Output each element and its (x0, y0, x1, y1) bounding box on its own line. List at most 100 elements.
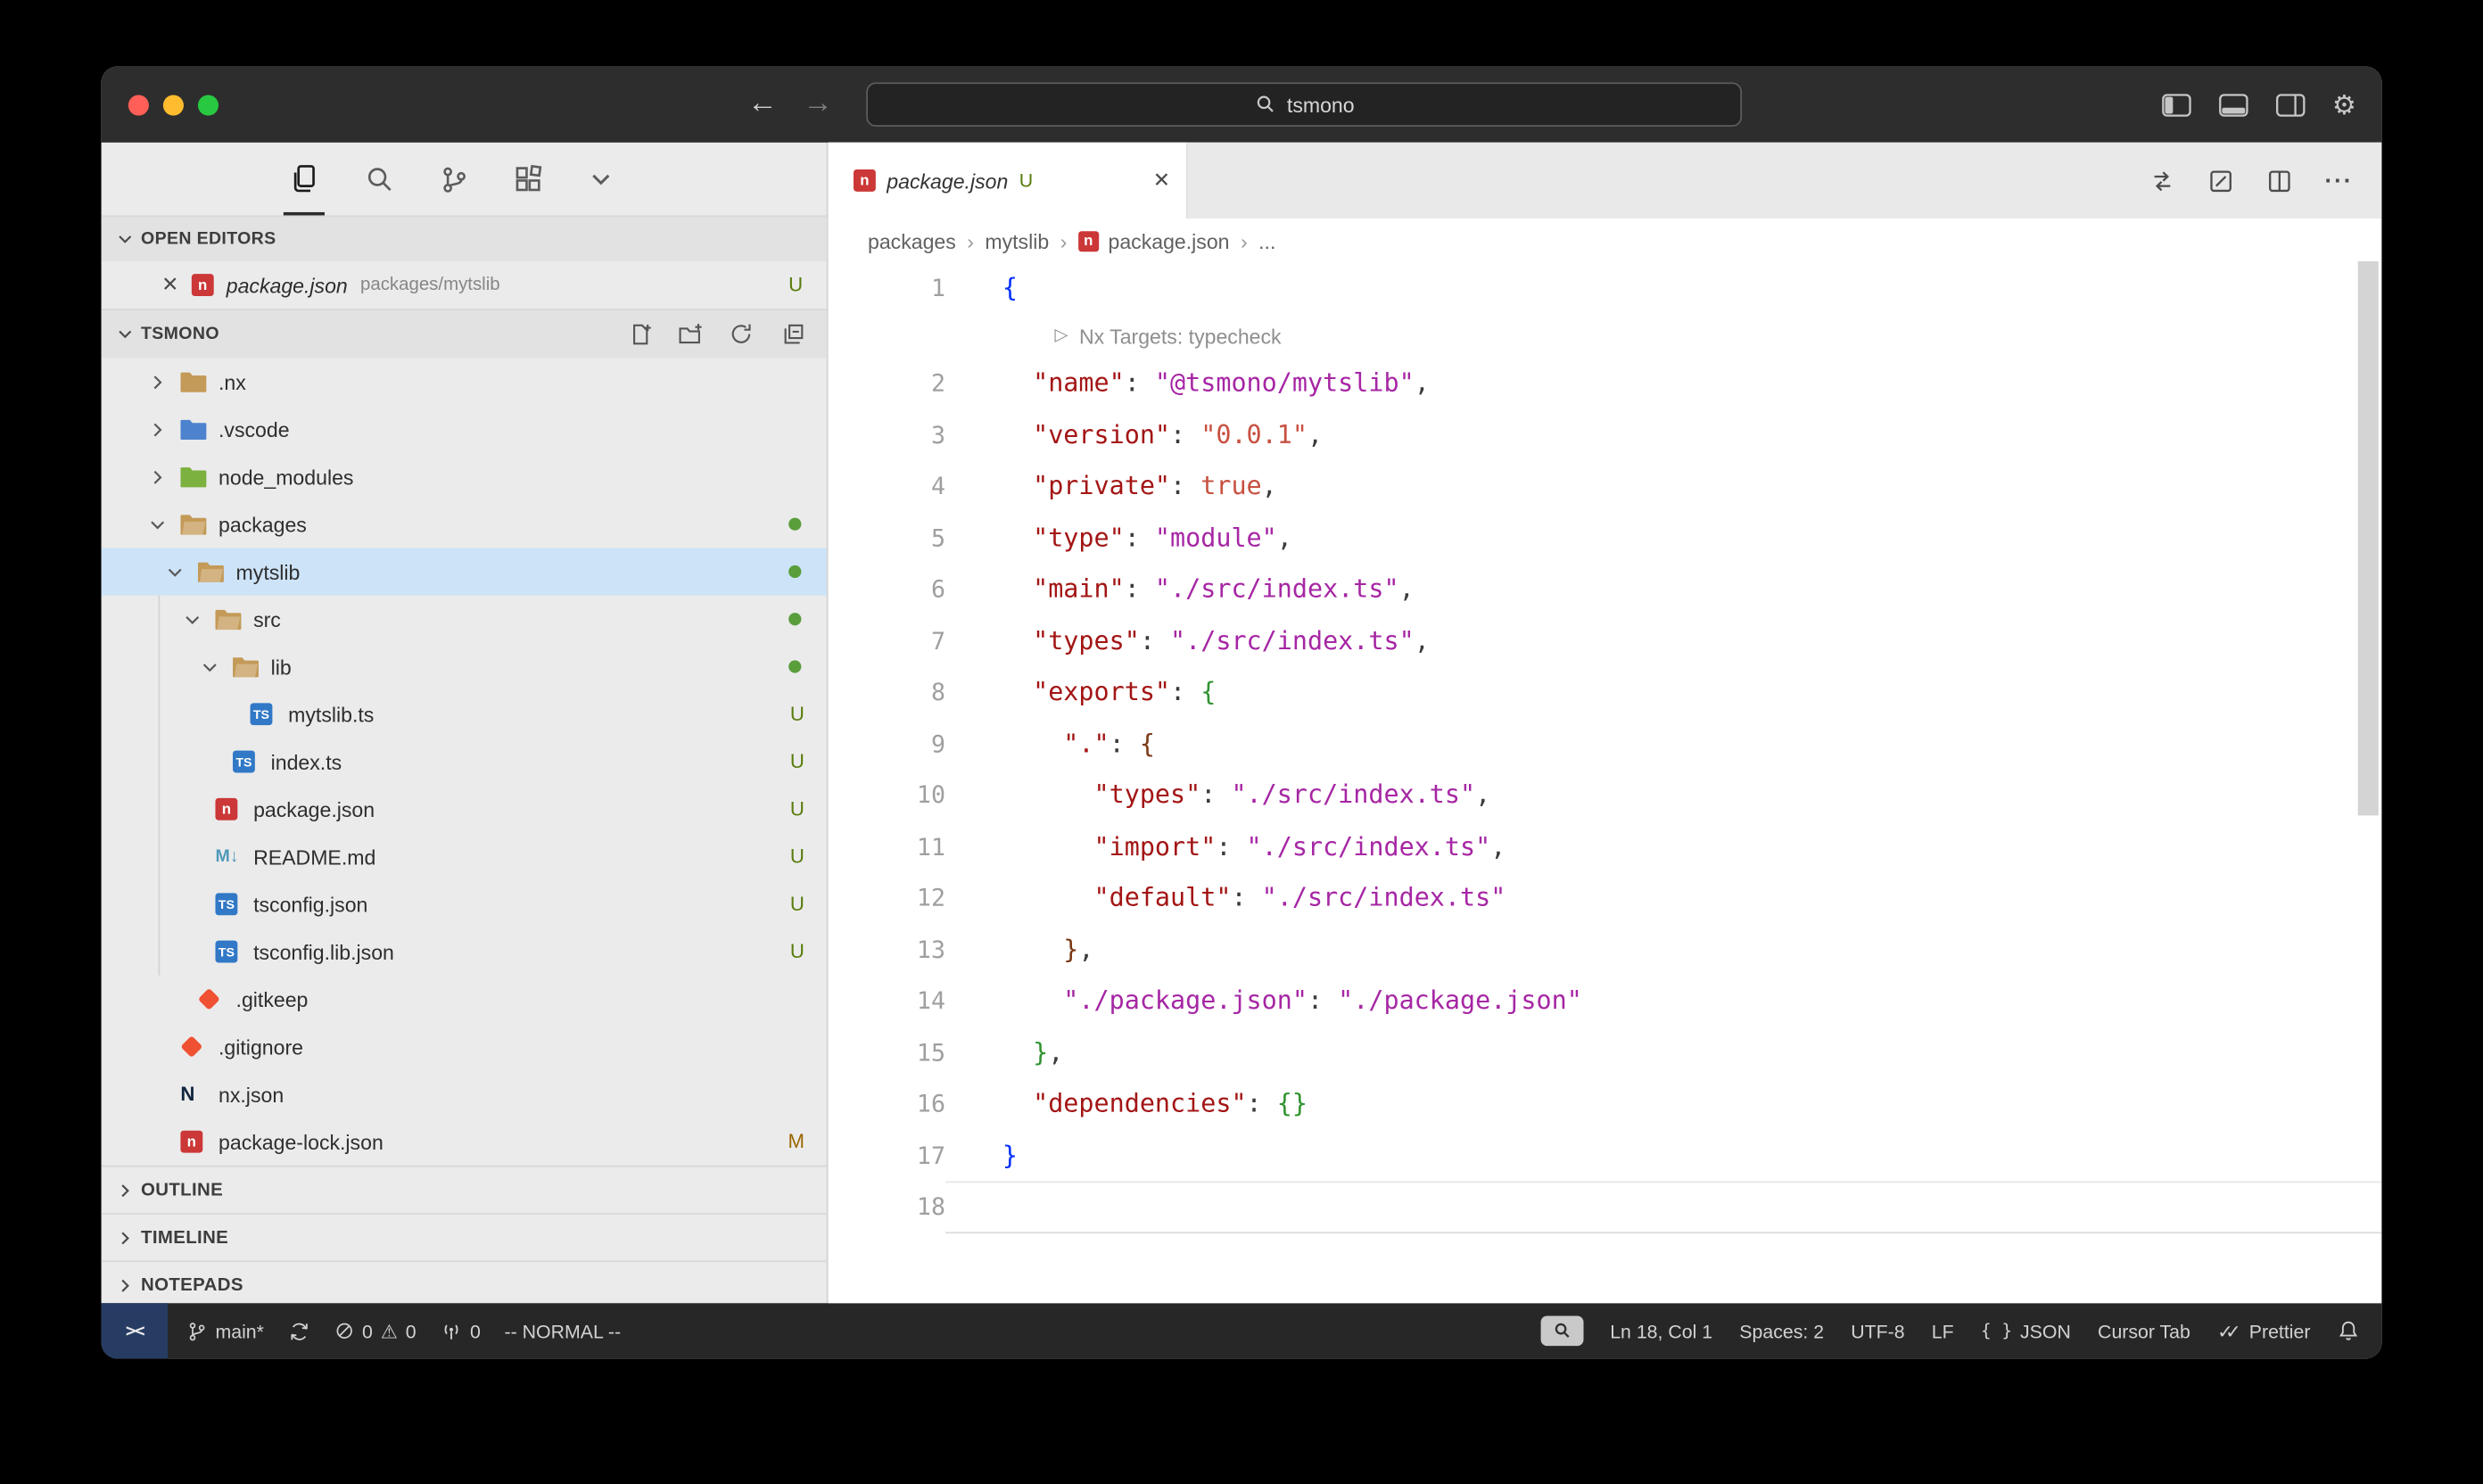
code-line-18[interactable]: 18 (829, 1182, 2382, 1233)
notifications-bell-icon[interactable] (2338, 1319, 2360, 1343)
encoding-status[interactable]: UTF-8 (1851, 1320, 1904, 1342)
code-line-content: "exports": { (945, 666, 2381, 718)
tree-item-tsconfig.json[interactable]: TStsconfig.jsonU (102, 880, 827, 928)
split-editor-icon[interactable] (2266, 167, 2293, 194)
vertical-scrollbar[interactable] (2358, 261, 2379, 815)
tree-item-.nx[interactable]: .nx (102, 358, 827, 405)
close-tab-icon[interactable]: ✕ (1153, 168, 1170, 193)
code-line-content: "types": "./src/index.ts", (945, 615, 2381, 667)
code-line-14[interactable]: 14 "./package.json": "./package.json" (829, 976, 2382, 1027)
extensions-icon[interactable] (513, 143, 543, 216)
outline-section-header[interactable]: OUTLINE (102, 1166, 827, 1213)
code-line-4[interactable]: 4 "private": true, (829, 461, 2382, 513)
tree-item-tsconfig.lib.json[interactable]: TStsconfig.lib.jsonU (102, 928, 827, 975)
tree-item-mytslib[interactable]: mytslib (102, 548, 827, 595)
tree-item-.gitkeep[interactable]: .gitkeep (102, 976, 827, 1023)
tree-item-package-lock.json[interactable]: npackage-lock.jsonM (102, 1118, 827, 1166)
code-token: : (1110, 728, 1140, 758)
code-editor[interactable]: 1{▷Nx Targets: typecheck2 "name": "@tsmo… (829, 263, 2382, 1304)
remote-indicator[interactable]: >< (102, 1303, 169, 1358)
breadcrumb-item[interactable]: npackage.json (1078, 229, 1230, 253)
layout-sidebar-right-icon[interactable] (2275, 93, 2306, 117)
tree-item-nx.json[interactable]: Nnx.json (102, 1070, 827, 1117)
eol-status[interactable]: LF (1932, 1320, 1954, 1342)
search-icon[interactable] (364, 143, 394, 216)
tree-item-lib[interactable]: lib (102, 643, 827, 690)
git-branch-status[interactable]: main* (187, 1320, 264, 1342)
broadcast-status[interactable]: 0 (440, 1320, 481, 1342)
indentation-status[interactable]: Spaces: 2 (1739, 1320, 1824, 1342)
tree-item-.gitignore[interactable]: .gitignore (102, 1023, 827, 1070)
git-compare-icon[interactable] (2149, 167, 2175, 194)
statusbar-search-button[interactable] (1540, 1315, 1583, 1346)
modified-dot-badge (788, 613, 801, 625)
layout-sidebar-left-icon[interactable] (2161, 93, 2191, 117)
code-token: , (1277, 522, 1292, 552)
open-changes-icon[interactable] (2207, 167, 2234, 194)
tree-item-node_modules[interactable]: node_modules (102, 453, 827, 500)
codelens-line[interactable]: ▷Nx Targets: typecheck (829, 314, 2382, 358)
formatter-status[interactable]: ✓✓ Prettier (2217, 1320, 2310, 1342)
problems-status[interactable]: 0 ⚠ 0 (334, 1320, 417, 1342)
project-section-header[interactable]: TSMONO (102, 309, 827, 358)
tab-package-json[interactable]: n package.json U ✕ (829, 143, 1188, 218)
maximize-window-button[interactable] (198, 95, 219, 115)
new-file-icon[interactable] (627, 321, 652, 346)
code-line-5[interactable]: 5 "type": "module", (829, 512, 2382, 564)
breadcrumb-item[interactable]: mytslib (985, 229, 1049, 253)
settings-gear-icon[interactable]: ⚙ (2332, 91, 2356, 118)
code-line-15[interactable]: 15 }, (829, 1026, 2382, 1078)
code-token (1002, 676, 1033, 706)
cursor-tab-status[interactable]: Cursor Tab (2098, 1320, 2190, 1342)
tree-item-package.json[interactable]: npackage.jsonU (102, 786, 827, 833)
breadcrumb-item[interactable]: packages (868, 229, 956, 253)
new-folder-icon[interactable] (678, 321, 703, 346)
tree-item-.vscode[interactable]: .vscode (102, 406, 827, 453)
timeline-section-header[interactable]: TIMELINE (102, 1213, 827, 1260)
code-line-3[interactable]: 3 "version": "0.0.1", (829, 409, 2382, 461)
code-line-16[interactable]: 16 "dependencies": {} (829, 1078, 2382, 1130)
code-line-13[interactable]: 13 }, (829, 924, 2382, 976)
close-window-button[interactable] (128, 95, 149, 115)
open-editors-header[interactable]: OPEN EDITORS (102, 215, 827, 260)
code-line-9[interactable]: 9 ".": { (829, 718, 2382, 770)
sync-button[interactable] (288, 1320, 310, 1342)
explorer-icon[interactable] (288, 143, 320, 216)
notepads-section-header[interactable]: NOTEPADS (102, 1260, 827, 1307)
tree-item-mytslib.ts[interactable]: TSmytslib.tsU (102, 690, 827, 738)
tree-item-src[interactable]: src (102, 596, 827, 643)
code-line-12[interactable]: 12 "default": "./src/index.ts" (829, 872, 2382, 924)
source-control-icon[interactable] (439, 143, 469, 216)
tree-item-packages[interactable]: packages (102, 500, 827, 548)
collapse-all-icon[interactable] (780, 321, 804, 346)
tree-item-README.md[interactable]: M↓README.mdU (102, 833, 827, 880)
code-line-7[interactable]: 7 "types": "./src/index.ts", (829, 615, 2382, 667)
open-editor-item[interactable]: ✕ n package.json packages/mytslib U (102, 261, 827, 309)
language-mode[interactable]: { } JSON (1981, 1320, 2071, 1342)
back-arrow-icon[interactable]: ← (747, 87, 778, 122)
refresh-icon[interactable] (729, 321, 754, 346)
open-editors-label: OPEN EDITORS (141, 229, 276, 248)
cursor-position[interactable]: Ln 18, Col 1 (1610, 1320, 1712, 1342)
minimize-window-button[interactable] (163, 95, 184, 115)
breadcrumb-item[interactable]: ... (1258, 229, 1275, 253)
code-line-10[interactable]: 10 "types": "./src/index.ts", (829, 770, 2382, 821)
layout-panel-icon[interactable] (2218, 93, 2248, 117)
command-center-search[interactable]: tsmono (866, 82, 1742, 127)
chevron-down-icon[interactable] (588, 143, 615, 216)
more-actions-icon[interactable]: ··· (2324, 167, 2353, 194)
code-line-2[interactable]: 2 "name": "@tsmono/mytslib", (829, 358, 2382, 409)
remote-indicator-icon: >< (126, 1321, 144, 1341)
code-line-content: }, (945, 924, 2381, 976)
code-token: "name" (1033, 367, 1125, 398)
code-line-8[interactable]: 8 "exports": { (829, 666, 2382, 718)
code-line-11[interactable]: 11 "import": "./src/index.ts", (829, 821, 2382, 873)
code-line-17[interactable]: 17} (829, 1130, 2382, 1182)
tree-item-index.ts[interactable]: TSindex.tsU (102, 738, 827, 785)
close-icon[interactable]: ✕ (161, 272, 178, 297)
codelens-text[interactable]: ▷Nx Targets: typecheck (945, 314, 2381, 358)
code-token (1002, 1036, 1033, 1067)
code-line-6[interactable]: 6 "main": "./src/index.ts", (829, 564, 2382, 615)
forward-arrow-icon[interactable]: → (803, 87, 833, 122)
code-line-1[interactable]: 1{ (829, 263, 2382, 315)
